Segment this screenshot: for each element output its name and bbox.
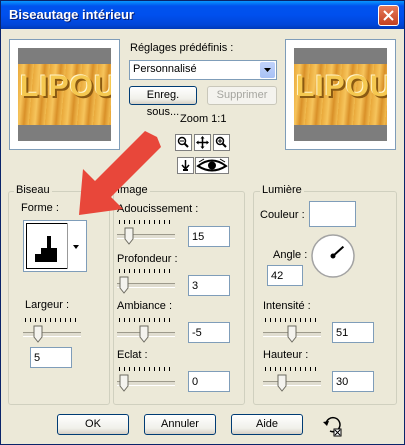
angle-label: Angle : — [273, 249, 308, 261]
bevel-shape-icon — [35, 236, 57, 262]
pan-button[interactable] — [194, 134, 211, 151]
slider-thumb[interactable] — [124, 227, 134, 245]
dropdown-arrow-icon — [73, 245, 79, 249]
depth-slider[interactable] — [117, 269, 175, 299]
title-bar: Biseautage intérieur — [1, 1, 404, 29]
save-as-button[interactable]: Enreg. sous... — [129, 86, 197, 118]
intensity-input[interactable] — [332, 322, 374, 343]
dialog-window: Biseautage intérieur LIPOU LIPOU Réglage… — [0, 0, 405, 445]
presets-label: Réglages prédéfinis : — [130, 42, 234, 54]
pointer-icon — [181, 160, 190, 171]
shine-input[interactable] — [188, 371, 230, 392]
zoom-out-button[interactable] — [175, 134, 192, 151]
delete-button[interactable]: Supprimer — [207, 86, 277, 105]
preview-after: LIPOU — [285, 39, 396, 150]
eye-toggle-button[interactable] — [195, 157, 229, 174]
height-label: Hauteur : — [263, 349, 309, 361]
shine-slider[interactable] — [117, 367, 175, 397]
ok-button[interactable]: OK — [57, 414, 129, 435]
shape-picker[interactable] — [23, 220, 87, 272]
dropdown-arrow-icon — [260, 62, 275, 78]
slider-thumb[interactable] — [33, 325, 43, 343]
reset-icon — [323, 416, 342, 437]
reset-button[interactable] — [321, 414, 345, 438]
depth-label: Profondeur : — [117, 253, 178, 265]
width-slider[interactable] — [23, 318, 81, 348]
slider-thumb[interactable] — [287, 325, 297, 343]
presets-selected: Personnalisé — [133, 63, 197, 75]
shape-dropdown-button[interactable] — [67, 223, 84, 269]
annotation-arrow — [79, 131, 161, 215]
ambience-slider[interactable] — [117, 318, 175, 348]
ambience-input[interactable] — [188, 322, 230, 343]
zoom-out-icon — [177, 136, 189, 148]
close-button[interactable] — [378, 5, 399, 26]
help-button[interactable]: Aide — [231, 414, 303, 435]
window-title: Biseautage intérieur — [9, 7, 134, 22]
depth-input[interactable] — [188, 275, 230, 296]
slider-thumb[interactable] — [119, 276, 129, 294]
smoothing-slider[interactable] — [117, 220, 175, 250]
cancel-button[interactable]: Annuler — [144, 414, 216, 435]
color-label: Couleur : — [260, 209, 305, 221]
height-slider[interactable] — [263, 367, 321, 397]
light-color-swatch[interactable] — [309, 201, 356, 227]
intensity-slider[interactable] — [263, 318, 321, 348]
pan-icon — [196, 136, 209, 149]
ambience-label: Ambiance : — [117, 300, 173, 312]
presets-select[interactable]: Personnalisé — [129, 60, 277, 80]
zoom-label: Zoom 1:1 — [180, 113, 227, 125]
close-icon — [383, 10, 394, 21]
width-input[interactable] — [30, 347, 72, 368]
intensity-label: Intensité : — [263, 300, 311, 312]
bevel-shape-preview — [26, 223, 68, 269]
preview-after-text: LIPOU — [296, 70, 387, 103]
eye-icon — [196, 158, 228, 172]
smoothing-input[interactable] — [188, 226, 230, 247]
light-group-label: Lumière — [260, 184, 304, 196]
width-label: Largeur : — [25, 299, 70, 311]
slider-thumb[interactable] — [139, 325, 149, 343]
bevel-group-label: Biseau — [14, 184, 52, 196]
slider-thumb[interactable] — [277, 374, 287, 392]
zoom-in-button[interactable] — [213, 134, 230, 151]
height-input[interactable] — [332, 371, 374, 392]
shine-label: Eclat : — [117, 349, 148, 361]
zoom-in-icon — [215, 136, 227, 148]
angle-input[interactable] — [267, 265, 303, 286]
pointer-button[interactable] — [177, 157, 194, 174]
shape-label: Forme : — [21, 202, 59, 214]
angle-dial[interactable] — [310, 233, 356, 279]
preview-before-text: LIPOU — [20, 70, 111, 103]
slider-thumb[interactable] — [119, 374, 129, 392]
